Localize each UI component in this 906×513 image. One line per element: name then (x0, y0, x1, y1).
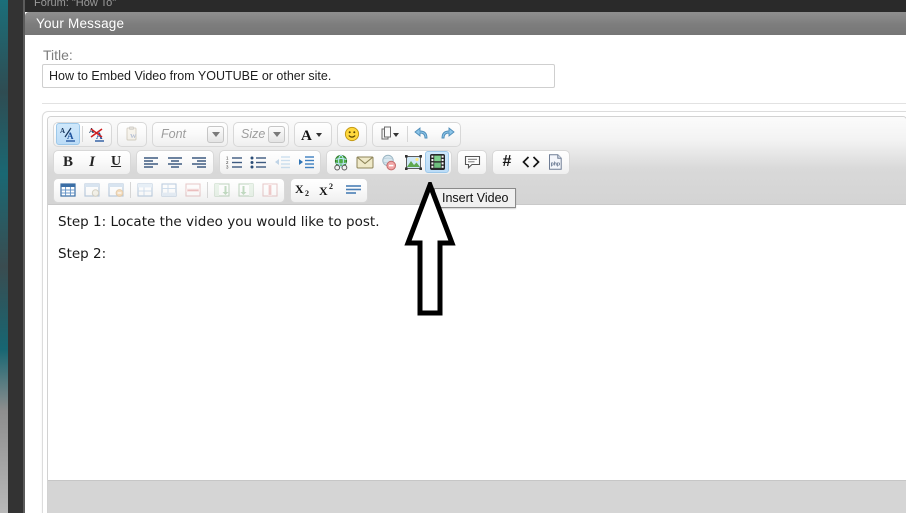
italic-icon[interactable]: I (80, 151, 104, 173)
insert-code-icon[interactable] (519, 151, 543, 173)
insert-column-right-icon[interactable] (234, 179, 258, 201)
align-center-icon[interactable] (163, 151, 187, 173)
rich-text-editor: A A A A W Font Size A B I U 1 2 3 # php … (42, 111, 906, 513)
editor-paragraph: Step 1: Locate the video you would like … (58, 214, 380, 230)
svg-text:A: A (301, 128, 312, 143)
emoticon-icon[interactable] (340, 123, 364, 145)
insert-row-above-icon[interactable] (133, 179, 157, 201)
toolbar-group-attach-undo (372, 121, 461, 147)
align-right-icon[interactable] (187, 151, 211, 173)
insert-email-icon[interactable] (353, 151, 377, 173)
toolbar-separator (407, 126, 408, 142)
title-input[interactable] (42, 64, 555, 88)
svg-text:2: 2 (305, 189, 309, 198)
unordered-list-icon[interactable] (246, 151, 270, 173)
delete-column-icon[interactable] (258, 179, 282, 201)
toolbar-row-1: A A A A W Font Size A (48, 120, 906, 148)
superscript-icon[interactable]: X 2 (317, 179, 341, 201)
svg-text:X: X (319, 184, 328, 198)
indent-icon[interactable] (294, 151, 318, 173)
underline-icon[interactable]: U (104, 151, 128, 173)
chevron-down-icon (268, 125, 285, 143)
font-size-value: Size (241, 127, 266, 141)
editor-paragraph: Step 2: (58, 246, 107, 262)
bold-glyph: B (62, 153, 73, 170)
toolbar-separator (130, 182, 131, 198)
forum-breadcrumb-strip: Forum: "How To" (25, 0, 906, 12)
delete-table-icon[interactable] (104, 179, 128, 201)
section-divider (42, 103, 906, 104)
browser-edge-stripe (0, 0, 8, 513)
editor-inner-frame: A A A A W Font Size A B I U 1 2 3 # php … (47, 116, 906, 513)
svg-text:php: php (550, 162, 560, 168)
toolbar-group-script: X 2 X 2 (290, 177, 368, 203)
insert-row-below-icon[interactable] (157, 179, 181, 201)
font-size-dropdown[interactable]: Size (233, 121, 289, 147)
toolbar-group-list: 1 2 3 (219, 149, 321, 175)
editor-content-area[interactable]: Step 1: Locate the video you would like … (48, 206, 906, 480)
toolbar-group-quote (457, 149, 487, 175)
toolbar-group-style: B I U (53, 149, 131, 175)
subscript-icon[interactable]: X 2 (293, 179, 317, 201)
breadcrumb: Forum: "How To" (34, 0, 117, 9)
underline-glyph: U (110, 154, 122, 169)
toolbar-group-paste: W (117, 121, 147, 147)
toolbar-row-2: B I U 1 2 3 # php (48, 148, 906, 176)
insert-hash-icon[interactable]: # (495, 151, 519, 173)
message-form-panel: Title: A A (25, 35, 906, 513)
insert-column-left-icon[interactable] (210, 179, 234, 201)
toolbar-group-media (326, 149, 452, 175)
ordered-list-icon[interactable]: 1 2 3 (222, 151, 246, 173)
spellcheck-icon[interactable]: A A (56, 123, 80, 145)
spellcheck-off-icon[interactable]: A A (85, 123, 109, 145)
svg-text:2: 2 (329, 182, 333, 191)
browser-dark-gutter (8, 0, 23, 513)
chevron-down-icon (207, 125, 224, 143)
toolbar-group-table (53, 177, 285, 203)
svg-text:3: 3 (226, 165, 229, 169)
bold-icon[interactable]: B (56, 151, 80, 173)
insert-video-icon[interactable] (425, 151, 449, 173)
toolbar-group-spellcheck: A A A A (53, 121, 112, 147)
title-label: Title: (43, 47, 73, 63)
toolbar-group-emoticon (337, 121, 367, 147)
insert-php-icon[interactable]: php (543, 151, 567, 173)
toolbar-group-align (136, 149, 214, 175)
undo-icon[interactable] (410, 123, 434, 145)
insert-table-icon[interactable] (56, 179, 80, 201)
paste-from-word-icon[interactable]: W (120, 123, 144, 145)
delete-row-icon[interactable] (181, 179, 205, 201)
attachment-icon[interactable] (375, 123, 405, 145)
panel-title: Your Message (36, 16, 125, 31)
toolbar-group-textcolor: A (294, 121, 332, 147)
screenshot-root: Forum: "How To" Your Message Title: How … (0, 0, 906, 513)
table-properties-icon[interactable] (80, 179, 104, 201)
font-family-dropdown[interactable]: Font (152, 121, 228, 147)
align-left-icon[interactable] (139, 151, 163, 173)
svg-text:X: X (295, 182, 304, 196)
outdent-icon[interactable] (270, 151, 294, 173)
font-family-value: Font (161, 127, 187, 141)
your-message-header: Your Message (25, 12, 906, 35)
italic-glyph: I (89, 153, 95, 170)
redo-icon[interactable] (434, 123, 458, 145)
justify-icon[interactable] (341, 179, 365, 201)
svg-text:W: W (130, 133, 137, 140)
insert-image-icon[interactable] (401, 151, 425, 173)
insert-link-icon[interactable] (329, 151, 353, 173)
toolbar-separator (207, 182, 208, 198)
toolbar-separator (82, 126, 83, 142)
editor-footer-bar (48, 480, 906, 513)
svg-text:A: A (60, 127, 65, 135)
insert-video-tooltip: Insert Video (434, 188, 517, 208)
svg-text:A: A (67, 131, 74, 141)
insert-quote-icon[interactable] (460, 151, 484, 173)
remove-link-icon[interactable] (377, 151, 401, 173)
text-color-icon[interactable]: A (297, 123, 329, 145)
toolbar-group-code: # php (492, 149, 570, 175)
